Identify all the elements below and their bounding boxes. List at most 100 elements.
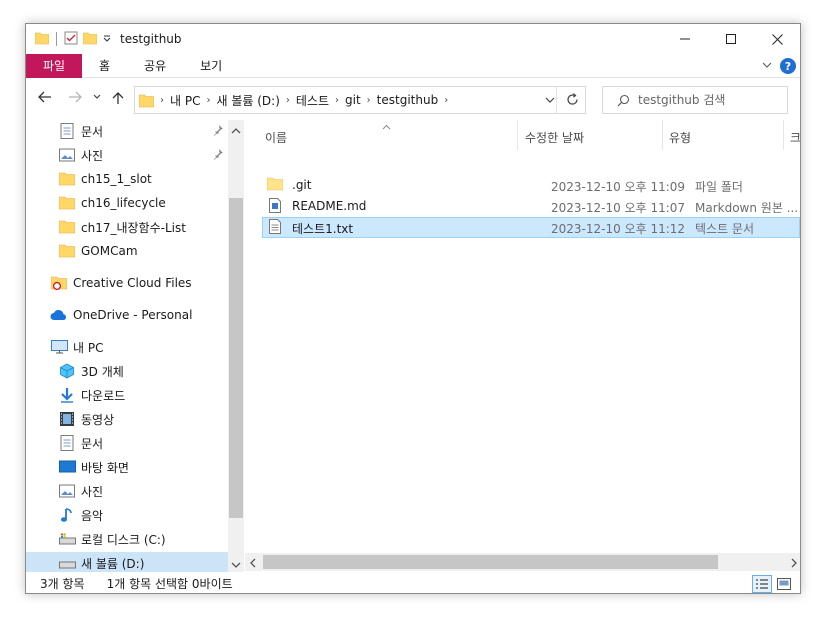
nav-item-documents[interactable]: 문서 <box>58 432 244 454</box>
column-name[interactable]: 이름 <box>265 129 287 146</box>
arrow-left-icon <box>38 91 51 103</box>
nav-item-local-disk-c[interactable]: 로컬 디스크 (C:) <box>58 528 244 550</box>
properties-icon[interactable] <box>64 31 78 48</box>
chevron-right-icon[interactable]: › <box>365 95 373 106</box>
chevron-right-icon[interactable]: › <box>442 95 450 106</box>
recent-locations-button[interactable] <box>93 93 101 101</box>
documents-icon <box>58 122 76 140</box>
item-count: 3개 항목 <box>40 577 85 591</box>
music-icon <box>58 506 76 524</box>
videos-icon <box>58 410 76 428</box>
new-folder-icon[interactable] <box>82 31 98 48</box>
chevron-right-icon[interactable]: › <box>284 95 292 106</box>
maximize-icon <box>726 34 736 44</box>
nav-item-new-volume-d[interactable]: 새 볼륨 (D:) <box>26 552 229 572</box>
documents-icon <box>58 434 76 452</box>
pin-icon[interactable] <box>212 124 224 139</box>
chevron-right-icon[interactable]: › <box>158 95 166 106</box>
folder-icon <box>266 177 284 194</box>
breadcrumb-test[interactable]: 테스트 <box>292 92 333 109</box>
up-button[interactable] <box>112 91 124 105</box>
search-input[interactable] <box>638 93 778 107</box>
close-button[interactable] <box>754 24 800 54</box>
scroll-left-icon[interactable] <box>249 557 257 571</box>
arrow-up-icon <box>112 92 124 104</box>
file-name: README.md <box>292 199 367 213</box>
3d-objects-icon <box>58 362 76 380</box>
large-icons-view-button[interactable] <box>774 575 794 593</box>
back-button[interactable] <box>38 91 52 103</box>
nav-item-3d-objects[interactable]: 3D 개체 <box>58 360 244 382</box>
nav-item-ch17-builtin-list[interactable]: ch17_내장함수-List <box>58 216 244 238</box>
scrollbar-thumb[interactable] <box>263 555 718 569</box>
scroll-right-icon[interactable] <box>790 557 798 571</box>
tab-share[interactable]: 공유 <box>127 54 183 78</box>
pictures-icon <box>58 482 76 500</box>
tab-file[interactable]: 파일 <box>26 53 82 78</box>
tab-view[interactable]: 보기 <box>183 54 239 78</box>
file-row-git[interactable]: .git 2023-12-10 오후 11:09 파일 폴더 <box>262 175 800 196</box>
search-icon <box>617 94 630 107</box>
breadcrumb-drive-d[interactable]: 새 볼륨 (D:) <box>212 92 283 109</box>
navigation-pane: 문서 사진 ch15_1_slot ch16_lifecycle ch17_내장… <box>26 120 244 572</box>
scroll-up-icon[interactable] <box>231 124 241 138</box>
chevron-right-icon[interactable]: › <box>204 95 212 106</box>
column-divider[interactable] <box>517 120 518 150</box>
maximize-button[interactable] <box>708 24 754 54</box>
scroll-down-icon[interactable] <box>231 558 241 572</box>
breadcrumb-this-pc[interactable]: 내 PC <box>166 92 204 109</box>
nav-item-this-pc[interactable]: 내 PC <box>50 336 244 358</box>
scrollbar-thumb[interactable] <box>229 198 243 518</box>
address-history-button[interactable] <box>545 94 555 108</box>
minimize-button[interactable] <box>662 24 708 54</box>
customize-toolbar-icon[interactable] <box>102 32 112 46</box>
drive-icon <box>58 530 76 548</box>
nav-item-gomcam[interactable]: GOMCam <box>58 240 244 262</box>
column-divider[interactable] <box>662 120 663 150</box>
nav-item-onedrive[interactable]: OneDrive - Personal <box>50 304 244 326</box>
column-divider[interactable] <box>783 120 784 150</box>
divider <box>556 87 557 113</box>
drive-icon <box>58 554 76 572</box>
refresh-icon <box>567 93 578 105</box>
pictures-icon <box>58 146 76 164</box>
title-bar: testgithub <box>26 24 800 54</box>
column-modified[interactable]: 수정한 날짜 <box>525 129 584 146</box>
pin-icon[interactable] <box>212 148 224 163</box>
column-type[interactable]: 유형 <box>669 129 691 146</box>
nav-item-music[interactable]: 음악 <box>58 504 244 526</box>
nav-item-pictures[interactable]: 사진 <box>58 480 244 502</box>
folder-icon <box>139 93 154 108</box>
folder-icon <box>58 218 76 236</box>
details-view-icon <box>756 579 768 589</box>
forward-button[interactable] <box>68 91 82 103</box>
navigation-pane-scrollbar[interactable] <box>228 120 244 572</box>
help-button[interactable]: ? <box>780 58 796 74</box>
column-headers: 이름 수정한 날짜 유형 크 <box>245 120 800 150</box>
file-row-test1-txt[interactable]: 테스트1.txt 2023-12-10 오후 11:12 텍스트 문서 <box>262 217 800 238</box>
window-title: testgithub <box>120 32 182 46</box>
nav-item-creative-cloud[interactable]: Creative Cloud Files <box>50 272 244 294</box>
file-row-readme[interactable]: README.md 2023-12-10 오후 11:07 Markdown 원… <box>262 196 800 217</box>
search-box[interactable] <box>602 86 788 114</box>
nav-item-ch16-lifecycle[interactable]: ch16_lifecycle <box>58 192 244 214</box>
chevron-right-icon[interactable]: › <box>333 95 341 106</box>
breadcrumb-testgithub[interactable]: testgithub <box>373 93 443 107</box>
refresh-button[interactable] <box>566 93 579 109</box>
nav-item-downloads[interactable]: 다운로드 <box>58 384 244 406</box>
address-bar[interactable]: › 내 PC › 새 볼륨 (D:) › 테스트 › git › testgit… <box>134 86 586 114</box>
column-size[interactable]: 크 <box>790 129 800 146</box>
nav-item-videos[interactable]: 동영상 <box>58 408 244 430</box>
file-list-horizontal-scrollbar[interactable] <box>245 553 800 571</box>
ribbon-controls: ? <box>762 58 796 74</box>
nav-item-ch15-1-slot[interactable]: ch15_1_slot <box>58 168 244 190</box>
expand-ribbon-button[interactable] <box>762 59 772 73</box>
details-view-button[interactable] <box>752 575 772 593</box>
breadcrumb-git[interactable]: git <box>341 93 365 107</box>
folder-icon <box>34 31 50 48</box>
minimize-icon <box>680 38 690 40</box>
view-switcher <box>752 575 794 593</box>
nav-item-desktop[interactable]: 바탕 화면 <box>58 456 244 478</box>
tab-home[interactable]: 홈 <box>82 54 127 78</box>
folder-icon <box>58 242 76 260</box>
